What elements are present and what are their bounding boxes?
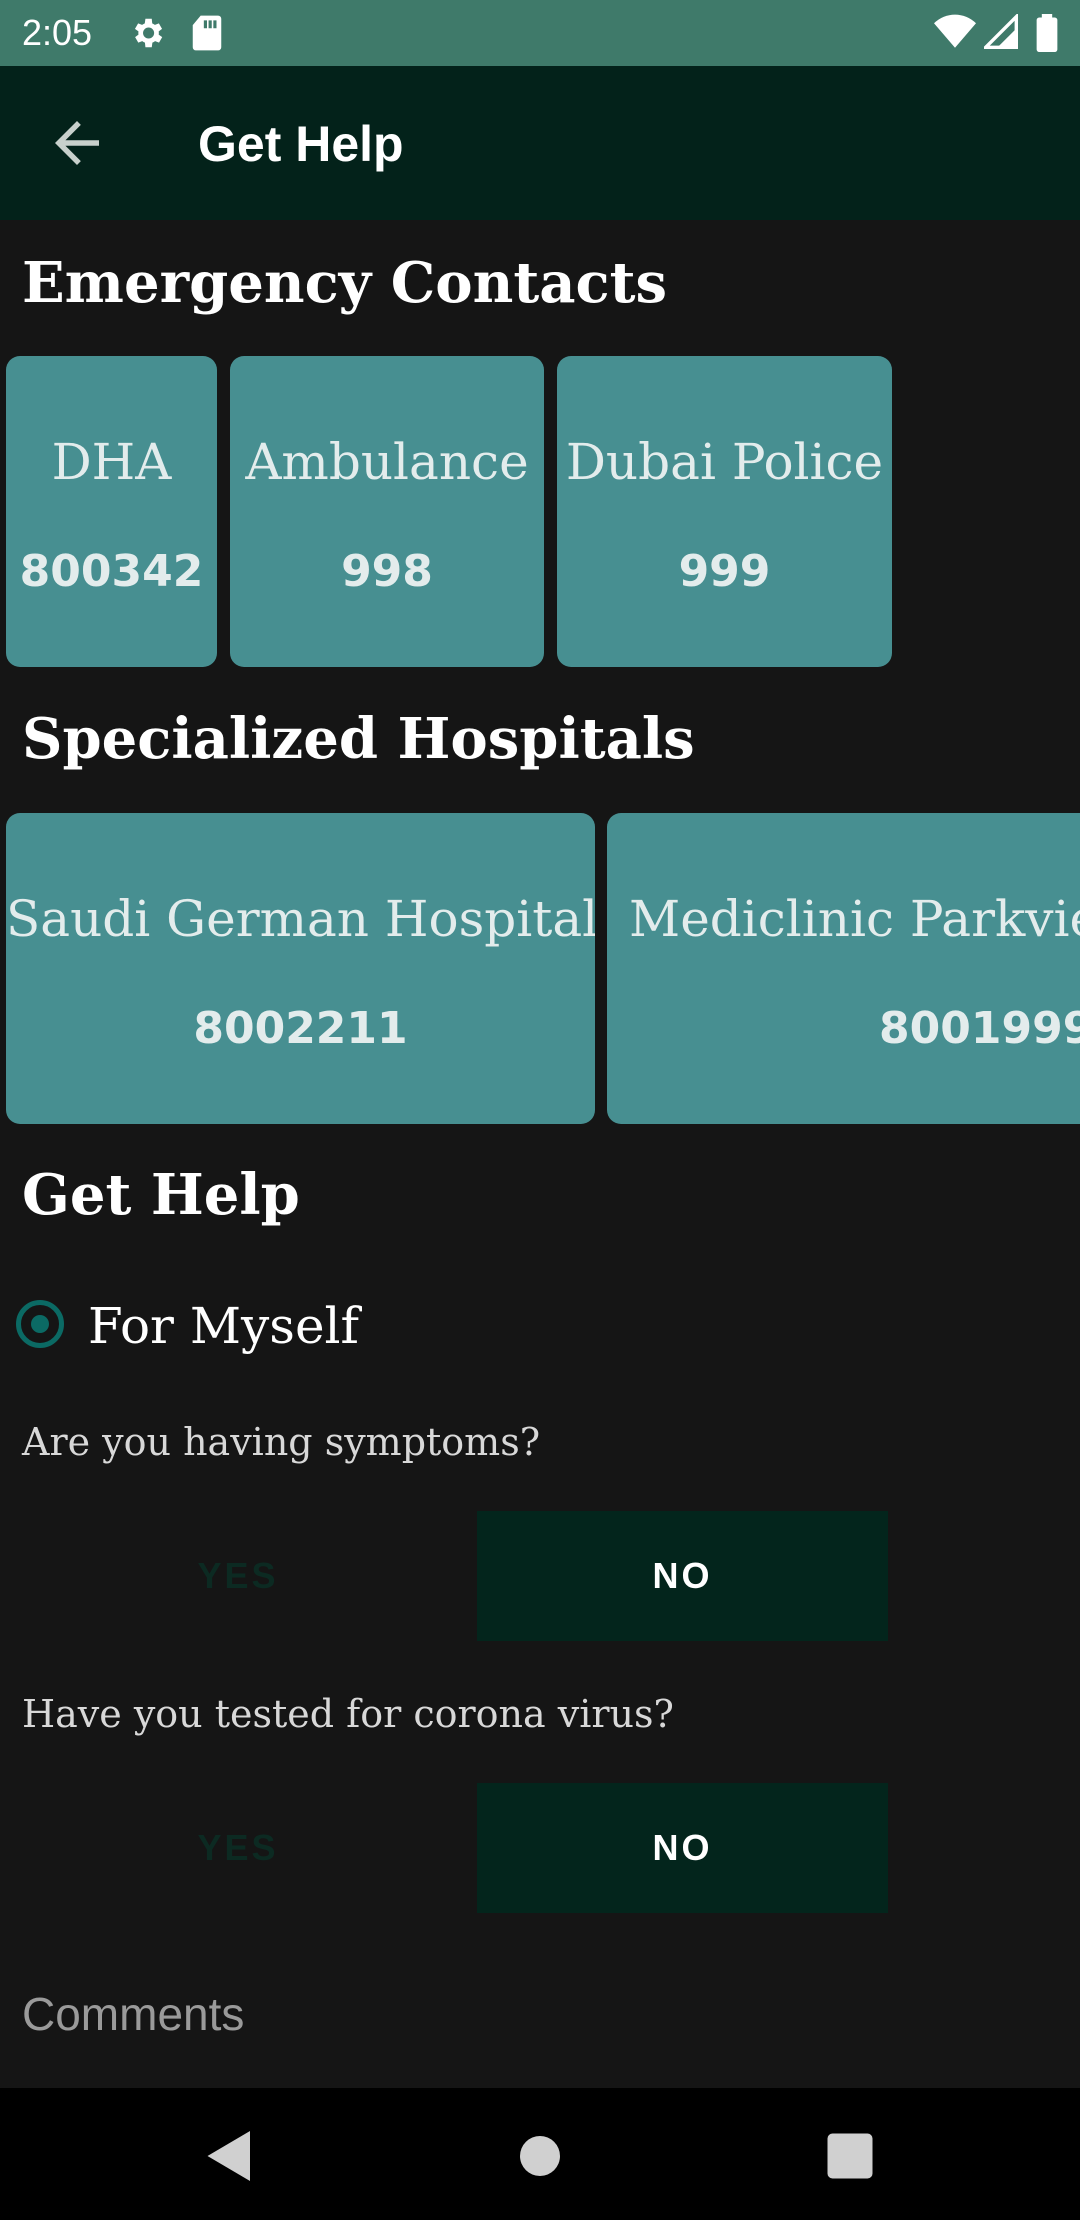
hospital-name: Mediclinic Parkview (629, 890, 1080, 948)
status-bar: 2:05 (0, 0, 1080, 66)
radio-label: For Myself (88, 1297, 360, 1355)
get-help-title: Get Help (22, 1162, 300, 1228)
symptoms-yes-button[interactable]: YES (22, 1511, 454, 1641)
emergency-contacts-title: Emergency Contacts (22, 250, 667, 316)
arrow-left-icon[interactable] (44, 110, 110, 176)
tested-yes-button[interactable]: YES (22, 1783, 454, 1913)
settings-icon (128, 14, 166, 56)
contact-name: Dubai Police (565, 433, 884, 491)
wifi-icon (934, 14, 976, 54)
battery-icon (1036, 14, 1058, 56)
comments-input[interactable]: Comments (22, 1986, 1058, 2076)
system-nav-bar (0, 2088, 1080, 2220)
hospital-number: 8002211 (193, 1003, 408, 1054)
specialized-hospitals-title: Specialized Hospitals (22, 706, 695, 772)
home-circle-icon[interactable] (510, 2126, 570, 2186)
recents-square-icon[interactable] (820, 2126, 880, 2186)
page-title: Get Help (198, 116, 404, 172)
hospital-card-saudi-german[interactable]: Saudi German Hospital 8002211 (6, 813, 595, 1124)
contact-number: 998 (341, 546, 433, 597)
radio-button-checked[interactable] (16, 1300, 64, 1348)
hospital-name: Saudi German Hospital (6, 890, 595, 948)
sd-card-icon (190, 14, 224, 56)
status-time: 2:05 (22, 12, 93, 53)
app-bar: Get Help (0, 66, 1080, 220)
radio-dot (31, 1315, 49, 1333)
symptoms-question: Are you having symptoms? (22, 1420, 541, 1464)
signal-icon (981, 12, 1018, 54)
tested-no-button[interactable]: NO (477, 1783, 888, 1913)
hospital-card-mediclinic[interactable]: Mediclinic Parkview 8001999 (607, 813, 1080, 1124)
contact-card-dha[interactable]: DHA 800342 (6, 356, 217, 667)
tested-question: Have you tested for corona virus? (22, 1692, 674, 1736)
contact-number: 999 (678, 546, 771, 597)
contact-number: 800342 (19, 546, 204, 597)
contact-name: Ambulance (245, 433, 529, 491)
back-triangle-icon[interactable] (200, 2126, 260, 2186)
hospital-number: 8001999 (879, 1003, 1080, 1054)
contact-name: DHA (51, 433, 172, 491)
symptoms-no-button[interactable]: NO (477, 1511, 888, 1641)
contact-card-ambulance[interactable]: Ambulance 998 (230, 356, 544, 667)
contact-card-dubai-police[interactable]: Dubai Police 999 (557, 356, 892, 667)
